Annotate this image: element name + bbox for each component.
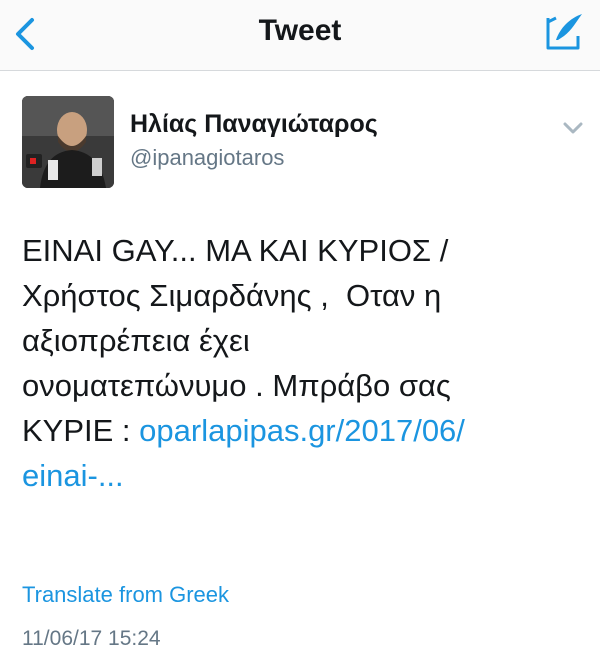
author-handle[interactable]: @ipanagiotaros bbox=[130, 145, 284, 171]
tweet-text-line: ονοματεπώνυμο . Μπράβο σας bbox=[22, 368, 451, 403]
tweet-timestamp: 11/06/17 15:24 bbox=[22, 627, 161, 650]
compose-tweet-icon bbox=[546, 14, 582, 50]
tweet-text-line: einai-... bbox=[22, 453, 582, 498]
avatar[interactable] bbox=[22, 96, 114, 188]
chevron-down-icon bbox=[563, 122, 583, 134]
tweet-text-line: αξιοπρέπεια έχει bbox=[22, 323, 250, 358]
compose-tweet-button[interactable] bbox=[542, 10, 586, 54]
tweet-link-continued[interactable]: einai-... bbox=[22, 458, 124, 493]
tweet-text: ΕΙΝΑΙ GAY... ΜΑ ΚΑΙ ΚΥΡΙΟΣ / Χρήστος Σιμ… bbox=[22, 228, 582, 498]
tweet-text-line: ΕΙΝΑΙ GAY... ΜΑ ΚΑΙ ΚΥΡΙΟΣ / bbox=[22, 233, 449, 268]
tweet-link[interactable]: oparlapipas.gr/2017/06/ bbox=[139, 413, 465, 448]
author-name[interactable]: Ηλίας Παναγιώταρος bbox=[130, 110, 378, 139]
tweet-text-line: ΚΥΡΙΕ : oparlapipas.gr/2017/06/ bbox=[22, 408, 582, 453]
tweet-text-line: Χρήστος Σιμαρδάνης , Οταν η bbox=[22, 278, 442, 313]
tweet-text-fragment: ΚΥΡΙΕ : bbox=[22, 413, 140, 448]
tweet-options-button[interactable] bbox=[560, 118, 586, 138]
top-navigation-bar: Tweet bbox=[0, 0, 600, 71]
translate-link[interactable]: Translate from Greek bbox=[22, 582, 229, 608]
page-title: Tweet bbox=[258, 14, 342, 47]
avatar-photo bbox=[22, 96, 114, 188]
